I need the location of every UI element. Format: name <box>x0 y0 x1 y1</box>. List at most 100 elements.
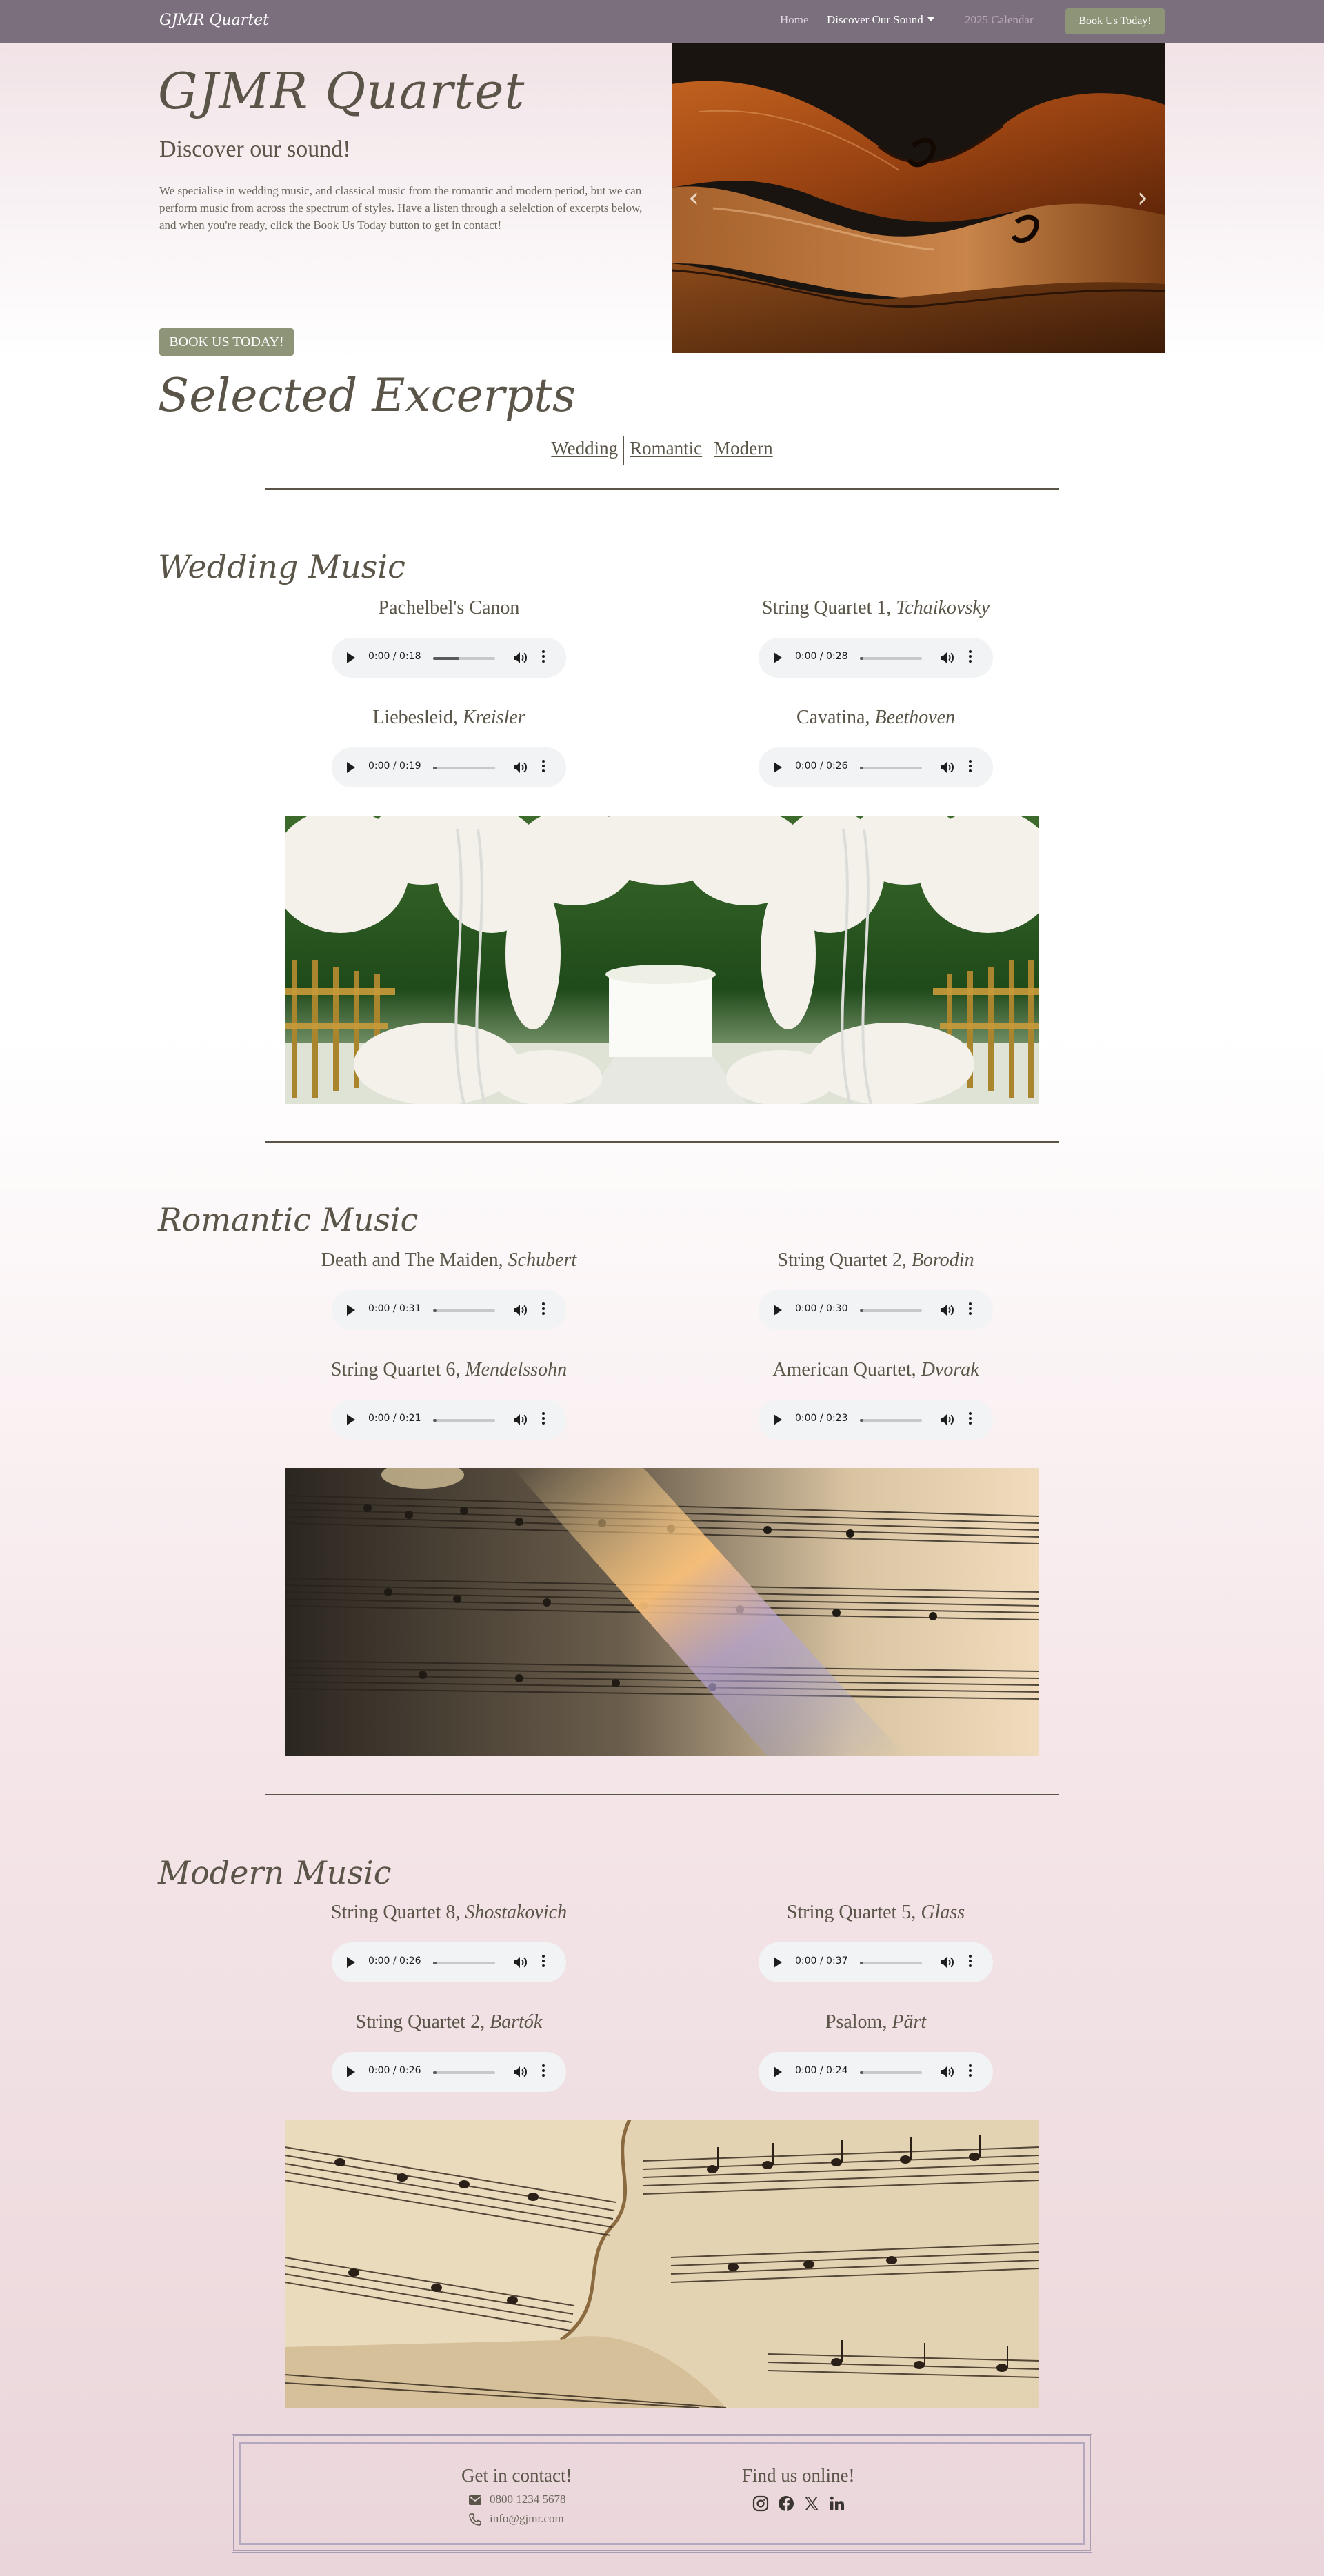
play-icon[interactable] <box>774 652 782 663</box>
play-icon[interactable] <box>774 762 782 773</box>
audio-seek-bar[interactable] <box>860 2071 922 2074</box>
hero-title: GJMR Quartet <box>158 62 525 120</box>
more-options-icon[interactable] <box>542 650 545 665</box>
audio-player[interactable]: 0:00 / 0:28 <box>759 638 993 678</box>
more-options-icon[interactable] <box>969 1955 972 1970</box>
track-title: Cavatina, Beethoven <box>683 707 1069 729</box>
volume-icon[interactable] <box>940 651 955 665</box>
audio-seek-bar[interactable] <box>860 657 922 660</box>
modern-section-title: Modern Music <box>158 1854 392 1891</box>
excerpt-link-romantic[interactable]: Romantic <box>625 438 706 459</box>
track-composer: Beethoven <box>874 707 956 728</box>
audio-player[interactable]: 0:00 / 0:26 <box>332 2052 566 2092</box>
play-icon[interactable] <box>774 1414 782 1425</box>
sheet-music-image <box>285 1468 1039 1756</box>
more-options-icon[interactable] <box>969 2064 972 2080</box>
audio-player[interactable]: 0:00 / 0:19 <box>332 747 566 787</box>
play-icon[interactable] <box>774 1957 782 1968</box>
audio-player[interactable]: 0:00 / 0:26 <box>759 747 993 787</box>
more-options-icon[interactable] <box>969 1412 972 1427</box>
audio-seek-bar[interactable] <box>433 2071 495 2074</box>
audio-player[interactable]: 0:00 / 0:37 <box>759 1942 993 1982</box>
more-options-icon[interactable] <box>969 1302 972 1318</box>
more-options-icon[interactable] <box>542 2064 545 2080</box>
audio-seek-bar[interactable] <box>860 1309 922 1312</box>
more-options-icon[interactable] <box>969 760 972 775</box>
audio-player[interactable]: 0:00 / 0:24 <box>759 2052 993 2092</box>
volume-icon[interactable] <box>513 1413 528 1427</box>
volume-icon[interactable] <box>940 2065 955 2079</box>
nav-calendar-link[interactable]: 2025 Calendar <box>965 13 1034 27</box>
volume-icon[interactable] <box>940 1303 955 1317</box>
track-title: Psalom, Pärt <box>683 2011 1069 2033</box>
nav-home-link[interactable]: Home <box>780 13 809 27</box>
audio-player[interactable]: 0:00 / 0:18 <box>332 638 566 678</box>
chevron-down-icon <box>927 17 934 21</box>
nav-book-button[interactable]: Book Us Today! <box>1065 8 1165 34</box>
volume-icon[interactable] <box>940 761 955 774</box>
carousel-next-button[interactable]: › <box>1129 181 1156 215</box>
track-title: American Quartet, Dvorak <box>683 1359 1069 1381</box>
audio-player[interactable]: 0:00 / 0:23 <box>759 1400 993 1440</box>
track-composer: Schubert <box>508 1249 577 1271</box>
more-options-icon[interactable] <box>969 650 972 665</box>
volume-icon[interactable] <box>513 1303 528 1317</box>
contact-phone[interactable]: 0800 1234 5678 <box>490 2493 566 2506</box>
audio-seek-fill <box>860 767 863 769</box>
volume-icon[interactable] <box>940 1413 955 1427</box>
audio-time: 0:00 / 0:23 <box>795 1413 848 1424</box>
x-icon[interactable] <box>803 2495 820 2512</box>
audio-player[interactable]: 0:00 / 0:30 <box>759 1290 993 1330</box>
track-name: Psalom, <box>825 2011 892 2033</box>
track-composer: Glass <box>921 1902 965 1923</box>
play-icon[interactable] <box>774 2066 782 2077</box>
footer-inner-border <box>239 2442 1085 2545</box>
track-title: Liebesleid, Kreisler <box>256 707 642 729</box>
track-name: Cavatina, <box>796 707 875 728</box>
track-title: String Quartet 5, Glass <box>683 1902 1069 1924</box>
play-icon[interactable] <box>347 1957 355 1968</box>
audio-time: 0:00 / 0:19 <box>368 761 421 772</box>
more-options-icon[interactable] <box>542 1302 545 1318</box>
audio-seek-bar[interactable] <box>860 1419 922 1422</box>
facebook-icon[interactable] <box>778 2495 794 2512</box>
play-icon[interactable] <box>347 2066 355 2077</box>
more-options-icon[interactable] <box>542 760 545 775</box>
play-icon[interactable] <box>347 1414 355 1425</box>
carousel-prev-button[interactable]: ‹ <box>680 181 708 215</box>
audio-player[interactable]: 0:00 / 0:31 <box>332 1290 566 1330</box>
audio-seek-bar[interactable] <box>433 657 495 660</box>
contact-heading: Get in contact! <box>461 2465 572 2486</box>
more-options-icon[interactable] <box>542 1412 545 1427</box>
play-icon[interactable] <box>347 652 355 663</box>
linkedin-icon[interactable] <box>829 2495 845 2512</box>
instagram-icon[interactable] <box>752 2495 769 2512</box>
volume-icon[interactable] <box>513 2065 528 2079</box>
volume-icon[interactable] <box>513 651 528 665</box>
audio-seek-bar[interactable] <box>433 1962 495 1964</box>
audio-seek-bar[interactable] <box>433 767 495 769</box>
excerpt-link-modern[interactable]: Modern <box>710 438 776 459</box>
volume-icon[interactable] <box>513 761 528 774</box>
track-title: String Quartet 8, Shostakovich <box>256 1902 642 1924</box>
section-divider <box>265 488 1059 490</box>
audio-seek-bar[interactable] <box>433 1419 495 1422</box>
excerpt-link-wedding[interactable]: Wedding <box>547 438 622 459</box>
volume-icon[interactable] <box>940 1955 955 1969</box>
play-icon[interactable] <box>347 1305 355 1316</box>
contact-email[interactable]: info@gjmr.com <box>490 2512 564 2526</box>
volume-icon[interactable] <box>513 1955 528 1969</box>
audio-seek-bar[interactable] <box>433 1309 495 1312</box>
more-options-icon[interactable] <box>542 1955 545 1970</box>
nav-discover-dropdown[interactable]: Discover Our Sound <box>827 13 934 27</box>
audio-seek-bar[interactable] <box>860 1962 922 1964</box>
audio-seek-bar[interactable] <box>860 767 922 769</box>
brand-logo[interactable]: GJMR Quartet <box>159 12 269 29</box>
violin-image <box>672 43 1165 353</box>
play-icon[interactable] <box>347 762 355 773</box>
play-icon[interactable] <box>774 1305 782 1316</box>
audio-player[interactable]: 0:00 / 0:21 <box>332 1400 566 1440</box>
hero-book-button[interactable]: BOOK US TODAY! <box>159 328 294 356</box>
track-name: String Quartet 1, <box>761 597 896 618</box>
audio-player[interactable]: 0:00 / 0:26 <box>332 1942 566 1982</box>
